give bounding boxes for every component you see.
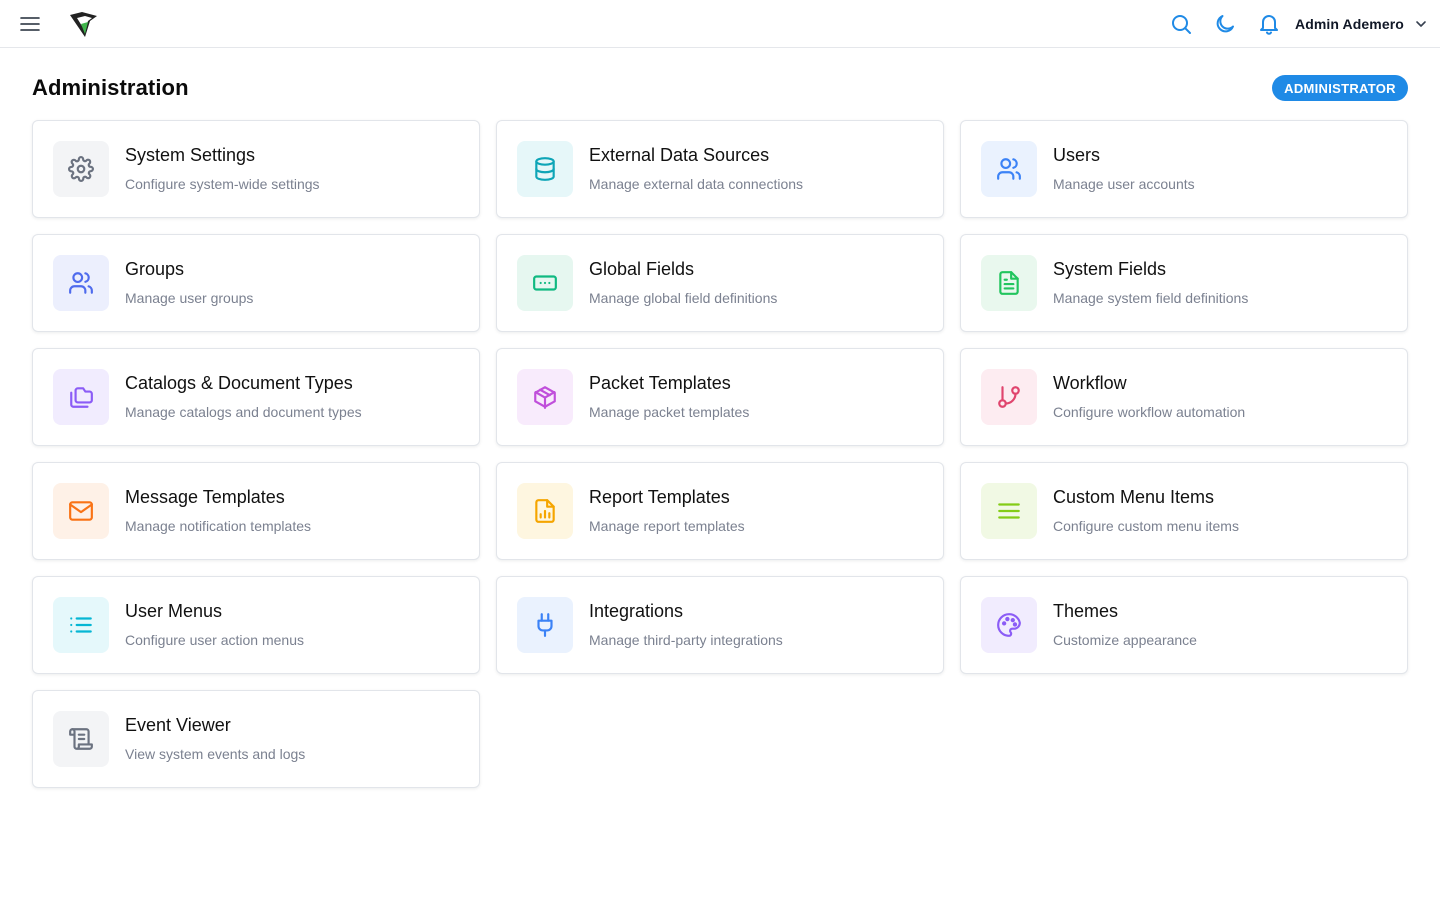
input-field-icon [517,255,573,311]
admin-cards-grid: System Settings Configure system-wide set… [32,120,1408,788]
admin-card-message-templates[interactable]: Message Templates Manage notification tem… [32,462,480,560]
package-icon [517,369,573,425]
card-title: Packet Templates [589,373,731,393]
card-description: Configure system-wide settings [125,176,320,192]
admin-card-packet-templates[interactable]: Packet Templates Manage packet templates [496,348,944,446]
card-description: Manage external data connections [589,176,804,192]
report-icon [517,483,573,539]
card-description: Manage system field definitions [1053,290,1249,306]
role-badge: ADMINISTRATOR [1272,75,1408,101]
search-icon[interactable] [1169,12,1193,36]
mail-icon [53,483,109,539]
card-title: System Settings [125,145,256,165]
card-title: System Fields [1053,259,1167,279]
database-icon [517,141,573,197]
card-description: Manage global field definitions [589,290,778,306]
card-description: Manage notification templates [125,518,311,534]
admin-card-report-templates[interactable]: Report Templates Manage report templates [496,462,944,560]
card-title: Global Fields [589,259,695,279]
user-name: Admin Ademero [1295,16,1404,32]
ademero-logo-icon[interactable] [68,9,100,39]
card-description: Customize appearance [1053,632,1197,648]
card-title: Groups [125,259,185,279]
admin-card-global-fields[interactable]: Global Fields Manage global field definit… [496,234,944,332]
card-description: Manage report templates [589,518,745,534]
card-description: Manage packet templates [589,404,750,420]
bell-icon[interactable] [1257,12,1281,36]
admin-card-system-settings[interactable]: System Settings Configure system-wide set… [32,120,480,218]
card-description: Manage user groups [125,290,254,306]
card-title: Event Viewer [125,715,231,735]
card-description: Configure user action menus [125,632,304,648]
top-bar: Admin Ademero [0,0,1440,48]
palette-icon [981,597,1037,653]
user-menu[interactable]: Admin Ademero [1295,13,1428,35]
card-title: Report Templates [589,487,730,507]
admin-card-groups[interactable]: Groups Manage user groups [32,234,480,332]
users-icon [53,255,109,311]
plug-icon [517,597,573,653]
admin-card-user-menus[interactable]: User Menus Configure user action menus [32,576,480,674]
page-title: Administration [32,75,189,100]
scroll-icon [53,711,109,767]
moon-icon[interactable] [1213,12,1237,36]
card-title: Custom Menu Items [1053,487,1215,507]
menu-lines-icon [981,483,1037,539]
card-title: Workflow [1053,373,1127,393]
card-title: Users [1053,145,1101,165]
hamburger-menu-icon[interactable] [20,14,40,34]
admin-card-event-viewer[interactable]: Event Viewer View system events and logs [32,690,480,788]
admin-card-system-fields[interactable]: System Fields Manage system field definit… [960,234,1408,332]
chevron-down-icon [1416,21,1426,27]
admin-card-catalogs-and-document-types[interactable]: Catalogs & Document Types Manage catalogs… [32,348,480,446]
card-description: Manage catalogs and document types [125,404,362,420]
document-icon [981,255,1037,311]
card-description: Configure workflow automation [1053,404,1246,420]
card-title: Integrations [589,601,684,621]
admin-card-workflow[interactable]: Workflow Configure workflow automation [960,348,1408,446]
card-title: Themes [1053,601,1119,621]
card-title: Catalogs & Document Types [125,373,353,393]
list-icon [53,597,109,653]
users-icon [981,141,1037,197]
card-description: View system events and logs [125,746,306,762]
card-description: Manage user accounts [1053,176,1195,192]
folders-icon [53,369,109,425]
card-title: External Data Sources [589,145,770,165]
git-branch-icon [981,369,1037,425]
admin-card-custom-menu-items[interactable]: Custom Menu Items Configure custom menu i… [960,462,1408,560]
admin-card-integrations[interactable]: Integrations Manage third-party integrati… [496,576,944,674]
card-description: Configure custom menu items [1053,518,1239,534]
gear-icon [53,141,109,197]
admin-card-external-data-sources[interactable]: External Data Sources Manage external dat… [496,120,944,218]
admin-card-users[interactable]: Users Manage user accounts [960,120,1408,218]
admin-card-themes[interactable]: Themes Customize appearance [960,576,1408,674]
card-title: Message Templates [125,487,285,507]
card-title: User Menus [125,601,223,621]
card-description: Manage third-party integrations [589,632,783,648]
